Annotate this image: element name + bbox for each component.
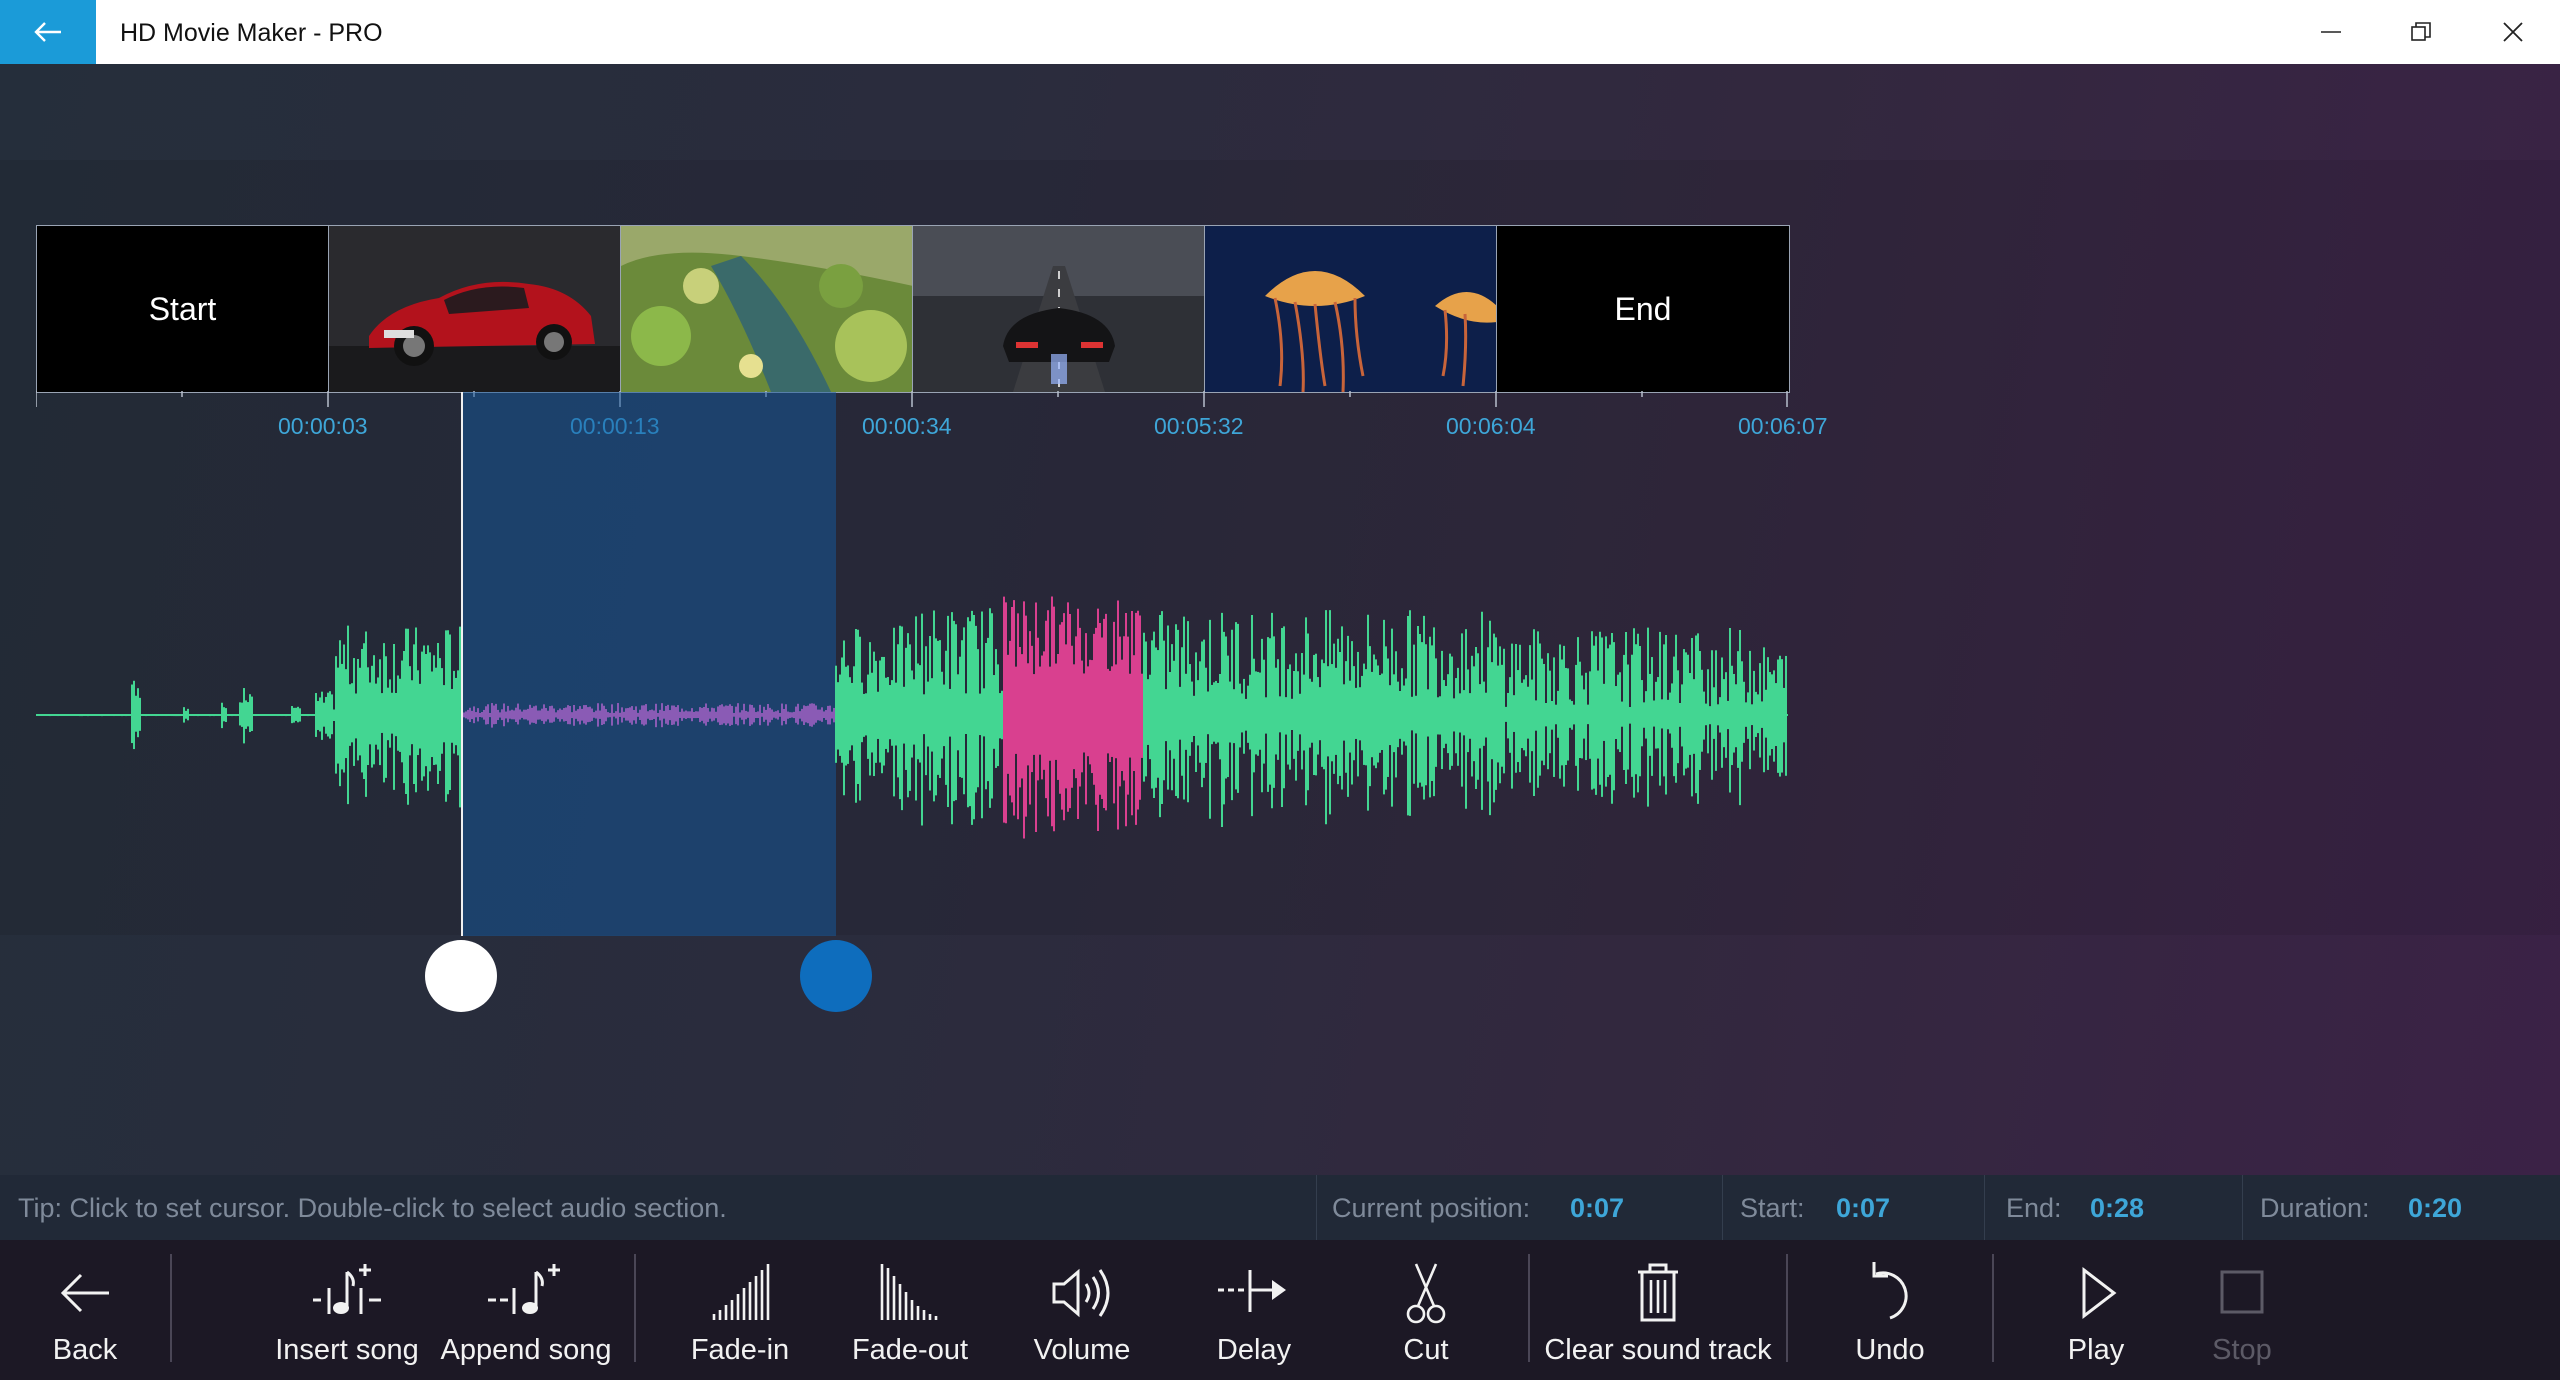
toolbar-divider (1528, 1254, 1530, 1362)
minimize-button[interactable] (2286, 0, 2376, 64)
clip-thumbnail-sports-car[interactable] (913, 226, 1205, 392)
cut-button[interactable]: Cut (1356, 1240, 1496, 1380)
title-bar: HD Movie Maker - PRO (0, 0, 2560, 64)
selection-end-handle[interactable] (800, 940, 872, 1012)
playback-cursor[interactable] (461, 392, 463, 936)
insert-song-label: Insert song (275, 1334, 419, 1366)
close-button[interactable] (2468, 0, 2558, 64)
restore-icon (2411, 22, 2431, 41)
delay-icon (1218, 1270, 1286, 1312)
undo-button[interactable]: Undo (1820, 1240, 1960, 1380)
scissors-icon (1406, 1263, 1446, 1324)
back-button[interactable]: Back (20, 1240, 150, 1380)
fade-in-icon (712, 1264, 770, 1320)
duration-label: Duration: (2260, 1193, 2370, 1223)
play-label: Play (2067, 1334, 2125, 1366)
start-label: Start: (1740, 1193, 1805, 1223)
start-marker[interactable]: Start (37, 226, 329, 392)
stop-icon (2220, 1270, 2264, 1314)
end-label: End: (2006, 1193, 2062, 1223)
clear-sound-track-label: Clear sound track (1544, 1334, 1772, 1366)
cut-label: Cut (1403, 1334, 1449, 1366)
selection-start-handle[interactable] (425, 940, 497, 1012)
toolbar-divider (634, 1254, 636, 1362)
arrow-left-icon (60, 1273, 109, 1313)
time-label: 00:00:34 (862, 413, 952, 439)
audio-waveform[interactable] (36, 590, 1788, 840)
divider (1316, 1175, 1317, 1240)
fade-in-button[interactable]: Fade-in (670, 1240, 810, 1380)
play-button[interactable]: Play (2026, 1240, 2166, 1380)
fade-out-label: Fade-out (851, 1334, 969, 1366)
play-icon (2082, 1266, 2117, 1320)
arrow-left-icon (34, 22, 61, 42)
trash-icon (1638, 1263, 1678, 1322)
timeline-ruler (36, 391, 1788, 407)
fade-in-label: Fade-in (690, 1334, 790, 1366)
clear-sound-track-button[interactable]: Clear sound track (1542, 1240, 1774, 1380)
undo-label: Undo (1855, 1334, 1925, 1366)
append-song-button[interactable]: Append song (436, 1240, 616, 1380)
toolbar-divider (1992, 1254, 1994, 1362)
end-marker[interactable]: End (1497, 226, 1789, 392)
clip-thumbnail-jellyfish[interactable] (1205, 226, 1497, 392)
back-label: Back (52, 1334, 118, 1366)
divider (1722, 1175, 1723, 1240)
speaker-icon (1052, 1268, 1110, 1318)
bottom-toolbar: Back Insert song Append song Fade-in Fad… (0, 1240, 2560, 1380)
current-position-label: Current position: (1332, 1193, 1531, 1223)
window-title: HD Movie Maker - PRO (120, 19, 383, 47)
time-label: 00:06:07 (1738, 413, 1828, 439)
start-value: 0:07 (1836, 1193, 1891, 1223)
volume-button[interactable]: Volume (1012, 1240, 1152, 1380)
insert-song-button[interactable]: Insert song (272, 1240, 422, 1380)
minimize-icon (2321, 31, 2341, 33)
stop-button[interactable]: Stop (2172, 1240, 2312, 1380)
append-song-icon (488, 1264, 560, 1314)
duration-value: 0:20 (2408, 1193, 2463, 1223)
time-label: 00:05:32 (1154, 413, 1244, 439)
append-song-label: Append song (440, 1334, 612, 1366)
current-position-value: 0:07 (1570, 1193, 1625, 1223)
close-icon (2503, 22, 2523, 42)
fade-out-icon (880, 1264, 938, 1320)
volume-label: Volume (1033, 1334, 1131, 1366)
end-value: 0:28 (2090, 1193, 2145, 1223)
restore-button[interactable] (2376, 0, 2466, 64)
title-back-button[interactable] (0, 0, 96, 64)
toolbar-divider (1786, 1254, 1788, 1362)
status-bar: Tip: Click to set cursor. Double-click t… (0, 1175, 2560, 1240)
insert-song-icon (313, 1264, 381, 1314)
time-label: 00:00:03 (278, 413, 368, 439)
time-label: 00:06:04 (1446, 413, 1536, 439)
toolbar-divider (170, 1254, 172, 1362)
stop-label: Stop (2212, 1334, 2272, 1366)
fade-out-button[interactable]: Fade-out (840, 1240, 980, 1380)
tip-text: Tip: Click to set cursor. Double-click t… (18, 1193, 727, 1223)
clip-thumbnail-stream[interactable] (621, 226, 913, 392)
divider (1984, 1175, 1985, 1240)
clip-strip: Start End (36, 225, 1790, 393)
clip-thumbnail-red-car[interactable] (329, 226, 621, 392)
delay-label: Delay (1216, 1334, 1292, 1366)
delay-button[interactable]: Delay (1184, 1240, 1324, 1380)
undo-icon (1872, 1262, 1908, 1320)
divider (2242, 1175, 2243, 1240)
